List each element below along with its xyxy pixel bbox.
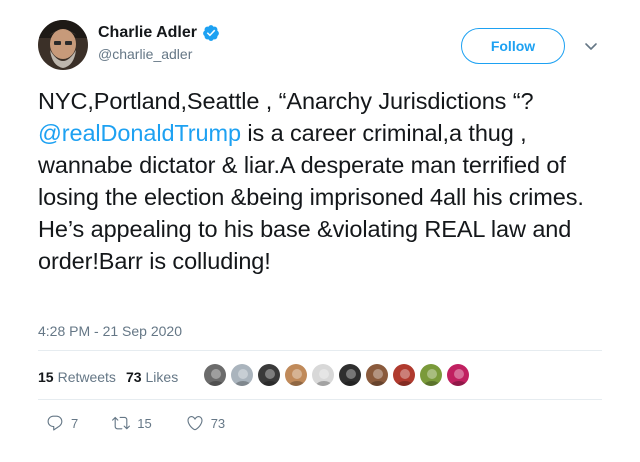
retweets-label: Retweets <box>57 369 116 385</box>
liker-avatar[interactable] <box>203 363 227 387</box>
retweets-count: 15 <box>38 369 54 385</box>
retweet-button[interactable]: 15 <box>112 414 152 432</box>
liker-avatar[interactable] <box>257 363 281 387</box>
likes-stat[interactable]: 73 Likes <box>126 369 178 385</box>
retweet-count: 15 <box>137 415 152 431</box>
chevron-down-icon[interactable] <box>583 38 599 54</box>
likes-label: Likes <box>145 369 179 385</box>
liker-avatar[interactable] <box>446 363 470 387</box>
tweet-text: NYC,Portland,Seattle , “Anarchy Jurisdic… <box>38 85 618 277</box>
like-count: 73 <box>210 415 226 431</box>
like-button[interactable]: 73 <box>186 414 225 432</box>
liker-avatar[interactable] <box>365 363 389 387</box>
reply-icon <box>47 415 63 431</box>
tweet-card: Charlie Adler @charlie_adler Follow NYC,… <box>0 0 640 462</box>
verified-badge-icon <box>202 24 220 42</box>
retweets-stat[interactable]: 15 Retweets <box>38 369 116 385</box>
liker-avatar[interactable] <box>419 363 443 387</box>
author-display-name[interactable]: Charlie Adler <box>98 24 197 42</box>
liker-avatar[interactable] <box>311 363 335 387</box>
liker-avatar[interactable] <box>338 363 362 387</box>
reply-button[interactable]: 7 <box>46 414 78 432</box>
likes-count: 73 <box>125 369 142 385</box>
follow-button[interactable]: Follow <box>461 28 565 64</box>
liker-avatar[interactable] <box>230 363 254 387</box>
liker-avatar[interactable] <box>392 363 416 387</box>
tweet-text-part: NYC,Portland,Seattle , “Anarchy Jurisdic… <box>38 88 534 114</box>
heart-icon <box>187 416 203 431</box>
author-avatar[interactable] <box>38 20 88 70</box>
author-info: Charlie Adler @charlie_adler <box>98 24 220 62</box>
tweet-actions: 7 15 73 <box>46 414 259 432</box>
liker-avatar[interactable] <box>284 363 308 387</box>
reply-count: 7 <box>71 415 79 431</box>
retweet-icon <box>112 416 131 430</box>
author-handle[interactable]: @charlie_adler <box>98 46 220 62</box>
divider <box>38 350 602 351</box>
engagement-stats: 15 Retweets 73 Likes <box>38 369 178 385</box>
divider <box>38 399 602 400</box>
mention-link[interactable]: @realDonaldTrump <box>38 120 241 146</box>
liker-avatars <box>203 363 473 387</box>
tweet-timestamp[interactable]: 4:28 PM - 21 Sep 2020 <box>38 323 182 339</box>
